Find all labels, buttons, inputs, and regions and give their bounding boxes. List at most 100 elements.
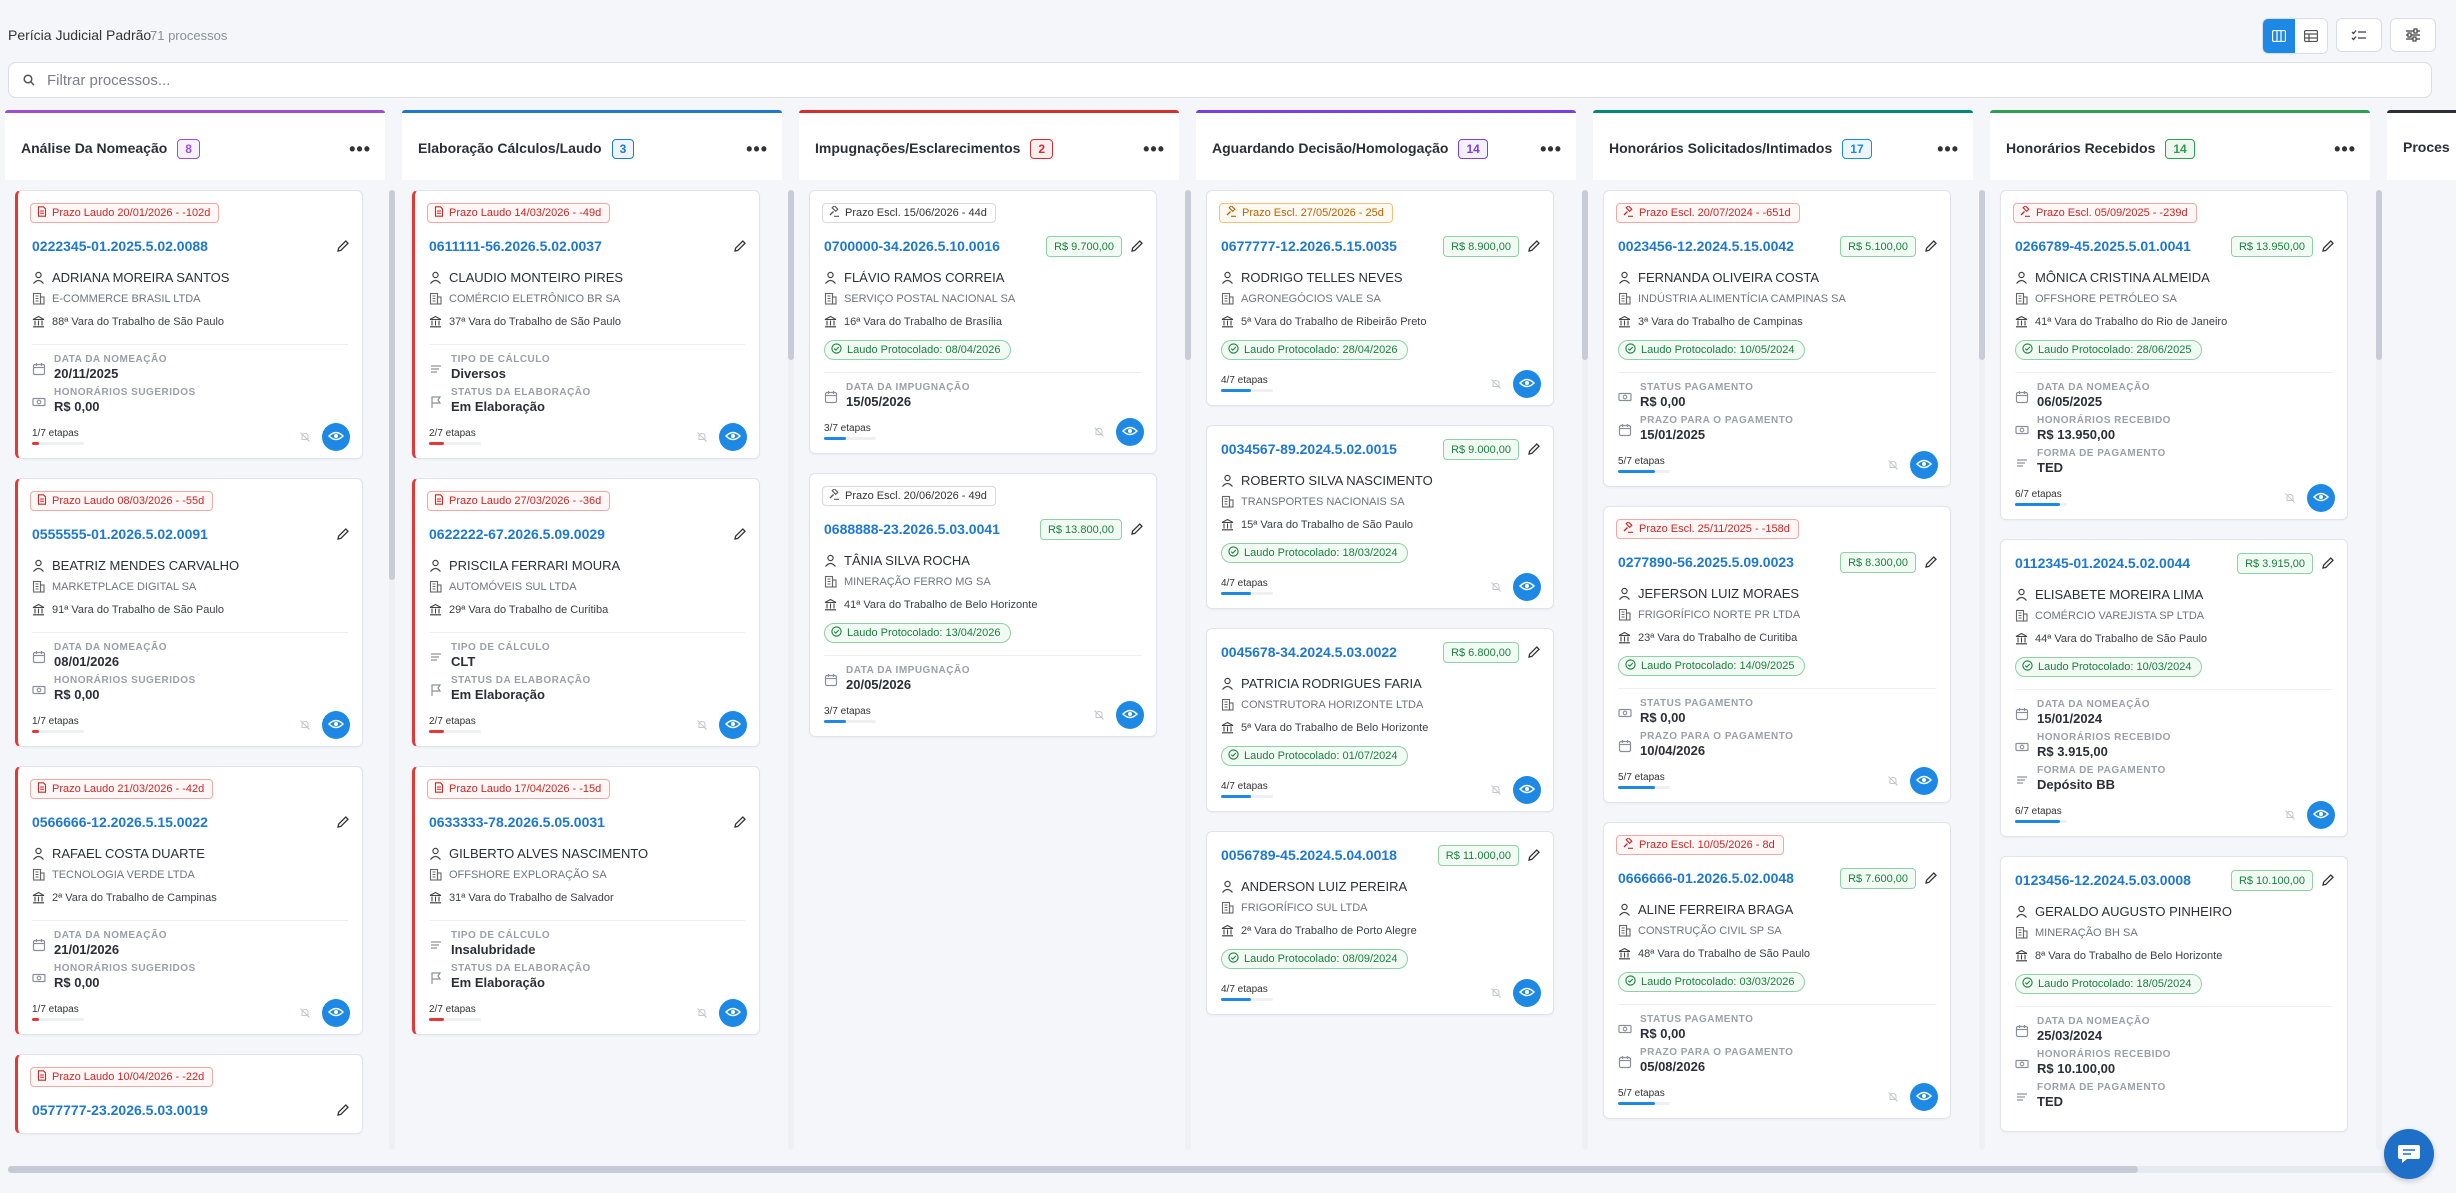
column-scrollbar[interactable] (1582, 190, 1588, 1150)
column-menu-button[interactable]: ••• (1937, 139, 1959, 160)
mute-notifications-button[interactable] (1090, 708, 1108, 726)
view-process-button[interactable] (1116, 418, 1144, 446)
edit-button[interactable] (1924, 555, 1938, 569)
mute-notifications-button[interactable] (2281, 491, 2299, 509)
column-scroll-thumb[interactable] (1185, 190, 1191, 360)
column-menu-button[interactable]: ••• (1540, 139, 1562, 160)
edit-button[interactable] (2321, 556, 2335, 570)
process-number-link[interactable]: 0123456-12.2024.5.03.0008 (2015, 872, 2191, 888)
edit-button[interactable] (2321, 239, 2335, 253)
process-card[interactable]: Prazo Laudo 27/03/2026 - -36d 0622222-67.… (412, 478, 760, 747)
filter-input[interactable] (47, 71, 1847, 89)
column-menu-button[interactable]: ••• (1143, 139, 1165, 160)
edit-button[interactable] (1527, 442, 1541, 456)
mute-notifications-button[interactable] (296, 430, 314, 448)
column-scroll-thumb[interactable] (788, 190, 794, 360)
edit-button[interactable] (336, 1103, 350, 1117)
edit-button[interactable] (733, 239, 747, 253)
checklist-button[interactable] (2336, 18, 2382, 52)
horizontal-scroll-thumb[interactable] (8, 1166, 2138, 1173)
process-card[interactable]: 0123456-12.2024.5.03.0008 R$ 10.100,00 GER… (2000, 856, 2348, 1132)
process-card[interactable]: Prazo Escl. 20/06/2026 - 49d 0688888-23.2… (809, 473, 1157, 737)
process-card[interactable]: Prazo Laudo 14/03/2026 - -49d 0611111-56.… (412, 190, 760, 459)
mute-notifications-button[interactable] (1487, 377, 1505, 395)
mute-notifications-button[interactable] (1884, 458, 1902, 476)
process-card[interactable]: Prazo Laudo 21/03/2026 - -42d 0566666-12.… (15, 766, 363, 1035)
view-process-button[interactable] (1910, 451, 1938, 479)
view-process-button[interactable] (719, 423, 747, 451)
column-scrollbar[interactable] (788, 190, 794, 1150)
column-menu-button[interactable]: ••• (746, 139, 768, 160)
view-process-button[interactable] (322, 999, 350, 1027)
mute-notifications-button[interactable] (1487, 986, 1505, 1004)
process-card[interactable]: 0056789-45.2024.5.04.0018 R$ 11.000,00 AND… (1206, 831, 1554, 1015)
process-card[interactable]: 0045678-34.2024.5.03.0022 R$ 6.800,00 PATR… (1206, 628, 1554, 812)
view-process-button[interactable] (1116, 701, 1144, 729)
edit-button[interactable] (1924, 871, 1938, 885)
column-scrollbar[interactable] (389, 190, 395, 1150)
mute-notifications-button[interactable] (1487, 783, 1505, 801)
mute-notifications-button[interactable] (693, 430, 711, 448)
process-card[interactable]: 0112345-01.2024.5.02.0044 R$ 3.915,00 ELIS… (2000, 539, 2348, 837)
process-card[interactable]: Prazo Escl. 10/05/2026 - 8d 0666666-01.20… (1603, 822, 1951, 1119)
view-process-button[interactable] (1513, 979, 1541, 1007)
kanban-view-button[interactable] (2263, 19, 2295, 53)
view-process-button[interactable] (2307, 801, 2335, 829)
column-scrollbar[interactable] (1979, 190, 1985, 1150)
edit-button[interactable] (336, 239, 350, 253)
process-number-link[interactable]: 0622222-67.2026.5.09.0029 (429, 526, 605, 542)
view-process-button[interactable] (322, 423, 350, 451)
process-number-link[interactable]: 0555555-01.2026.5.02.0091 (32, 526, 208, 542)
edit-button[interactable] (1527, 848, 1541, 862)
view-process-button[interactable] (2307, 484, 2335, 512)
process-card[interactable]: Prazo Escl. 05/09/2025 - -239d 0266789-45… (2000, 190, 2348, 520)
column-scroll-thumb[interactable] (389, 190, 395, 580)
mute-notifications-button[interactable] (296, 1006, 314, 1024)
process-number-link[interactable]: 0112345-01.2024.5.02.0044 (2015, 555, 2190, 571)
mute-notifications-button[interactable] (1884, 1090, 1902, 1108)
chat-button[interactable] (2384, 1129, 2434, 1179)
view-process-button[interactable] (1513, 776, 1541, 804)
mute-notifications-button[interactable] (2281, 808, 2299, 826)
process-card[interactable]: Prazo Escl. 15/06/2026 - 44d 0700000-34.2… (809, 190, 1157, 454)
edit-button[interactable] (1130, 239, 1144, 253)
process-number-link[interactable]: 0566666-12.2026.5.15.0022 (32, 814, 208, 830)
process-number-link[interactable]: 0045678-34.2024.5.03.0022 (1221, 644, 1397, 660)
process-number-link[interactable]: 0688888-23.2026.5.03.0041 (824, 521, 1000, 537)
mute-notifications-button[interactable] (1487, 580, 1505, 598)
column-scroll-thumb[interactable] (1582, 190, 1588, 360)
column-scrollbar[interactable] (2376, 190, 2382, 1150)
view-process-button[interactable] (1910, 1083, 1938, 1111)
view-process-button[interactable] (1513, 573, 1541, 601)
process-card[interactable]: Prazo Laudo 10/04/2026 - -22d 0577777-23.… (15, 1054, 363, 1134)
process-number-link[interactable]: 0577777-23.2026.5.03.0019 (32, 1102, 208, 1118)
process-card[interactable]: Prazo Laudo 08/03/2026 - -55d 0555555-01.… (15, 478, 363, 747)
view-process-button[interactable] (1910, 767, 1938, 795)
edit-button[interactable] (733, 527, 747, 541)
process-number-link[interactable]: 0056789-45.2024.5.04.0018 (1221, 847, 1397, 863)
view-process-button[interactable] (322, 711, 350, 739)
edit-button[interactable] (733, 815, 747, 829)
process-number-link[interactable]: 0633333-78.2026.5.05.0031 (429, 814, 605, 830)
edit-button[interactable] (1527, 645, 1541, 659)
process-number-link[interactable]: 0666666-01.2026.5.02.0048 (1618, 870, 1794, 886)
process-number-link[interactable]: 0034567-89.2024.5.02.0015 (1221, 441, 1397, 457)
process-number-link[interactable]: 0700000-34.2026.5.10.0016 (824, 238, 1000, 254)
process-card[interactable]: Prazo Escl. 20/07/2024 - -651d 0023456-12… (1603, 190, 1951, 487)
table-view-button[interactable] (2295, 19, 2327, 53)
process-number-link[interactable]: 0266789-45.2025.5.01.0041 (2015, 238, 2191, 254)
column-menu-button[interactable]: ••• (2334, 139, 2356, 160)
column-scrollbar[interactable] (1185, 190, 1191, 1150)
process-number-link[interactable]: 0611111-56.2026.5.02.0037 (429, 238, 602, 254)
edit-button[interactable] (1130, 522, 1144, 536)
edit-button[interactable] (1924, 239, 1938, 253)
process-card[interactable]: Prazo Escl. 27/05/2026 - 25d 0677777-12.2… (1206, 190, 1554, 406)
process-number-link[interactable]: 0222345-01.2025.5.02.0088 (32, 238, 208, 254)
column-scroll-thumb[interactable] (2376, 190, 2382, 360)
edit-button[interactable] (336, 815, 350, 829)
settings-button[interactable] (2390, 18, 2436, 52)
process-card[interactable]: 0034567-89.2024.5.02.0015 R$ 9.000,00 ROBE… (1206, 425, 1554, 609)
edit-button[interactable] (2321, 873, 2335, 887)
mute-notifications-button[interactable] (1884, 774, 1902, 792)
process-card[interactable]: Prazo Escl. 25/11/2025 - -158d 0277890-56… (1603, 506, 1951, 803)
